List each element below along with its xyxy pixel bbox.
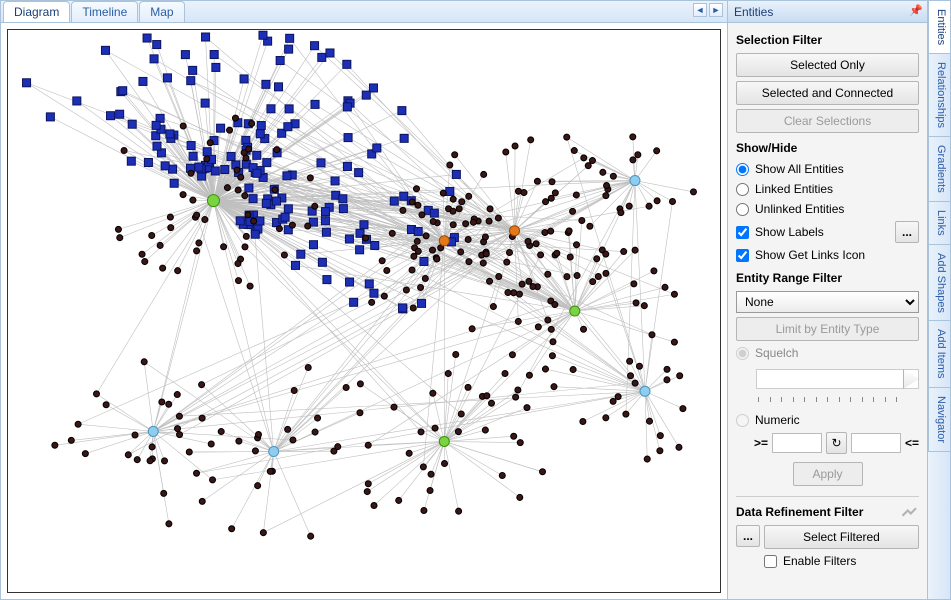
squelch-slider[interactable]: [756, 369, 919, 389]
vtab-add-items[interactable]: Add Items: [928, 321, 950, 388]
entity-range-select[interactable]: None: [736, 291, 919, 313]
vtab-gradients[interactable]: Gradients: [928, 137, 950, 202]
tab-diagram[interactable]: Diagram: [3, 1, 70, 22]
brush-icon: [901, 503, 919, 521]
refresh-icon: ↻: [831, 436, 841, 450]
clear-selections-button: Clear Selections: [736, 109, 919, 133]
check-enable-filters[interactable]: Enable Filters: [764, 553, 919, 569]
lte-label: <=: [905, 436, 919, 450]
show-hide-title: Show/Hide: [736, 141, 919, 155]
panel-title: Entities: [734, 5, 773, 19]
check-show-labels[interactable]: Show Labels: [736, 224, 891, 240]
selected-and-connected-button[interactable]: Selected and Connected: [736, 81, 919, 105]
tab-scroll-right-icon[interactable]: ►: [709, 3, 723, 17]
slider-ticks: [758, 397, 897, 402]
radio-numeric[interactable]: Numeric: [736, 412, 919, 428]
gte-input[interactable]: [772, 433, 822, 453]
tab-timeline[interactable]: Timeline: [71, 1, 138, 22]
numeric-refresh-button[interactable]: ↻: [826, 432, 847, 454]
vtab-entities[interactable]: Entities: [928, 1, 950, 54]
radio-show-all-entities[interactable]: Show All Entities: [736, 161, 919, 177]
network-graph[interactable]: [8, 30, 720, 592]
vertical-tab-strip: Entities Relationships Gradients Links A…: [928, 1, 950, 599]
apply-button: Apply: [793, 462, 863, 486]
selected-only-button[interactable]: Selected Only: [736, 53, 919, 77]
lte-input[interactable]: [851, 433, 901, 453]
refinement-options-button[interactable]: ...: [736, 525, 760, 547]
vtab-navigator[interactable]: Navigator: [928, 388, 950, 452]
limit-by-entity-type-button: Limit by Entity Type: [736, 317, 919, 341]
show-labels-options-button[interactable]: ...: [895, 221, 919, 243]
tab-scroll-left-icon[interactable]: ◄: [693, 3, 707, 17]
tab-map[interactable]: Map: [139, 1, 184, 22]
main-tab-bar: Diagram Timeline Map ◄ ►: [1, 1, 727, 23]
pin-icon[interactable]: 📌: [909, 4, 923, 18]
entity-range-filter-title: Entity Range Filter: [736, 271, 919, 285]
radio-linked-entities[interactable]: Linked Entities: [736, 181, 919, 197]
radio-squelch[interactable]: Squelch: [736, 345, 919, 361]
diagram-canvas[interactable]: [1, 23, 727, 599]
gte-label: >=: [754, 436, 768, 450]
entities-panel: Entities 📌 Selection Filter Selected Onl…: [728, 1, 928, 599]
check-show-get-links-icon[interactable]: Show Get Links Icon: [736, 247, 919, 263]
select-filtered-button[interactable]: Select Filtered: [764, 525, 919, 549]
vtab-add-shapes[interactable]: Add Shapes: [928, 245, 950, 322]
radio-unlinked-entities[interactable]: Unlinked Entities: [736, 201, 919, 217]
vtab-relationships[interactable]: Relationships: [928, 54, 950, 137]
selection-filter-title: Selection Filter: [736, 33, 919, 47]
data-refinement-title: Data Refinement Filter: [736, 505, 863, 519]
vtab-links[interactable]: Links: [928, 202, 950, 245]
